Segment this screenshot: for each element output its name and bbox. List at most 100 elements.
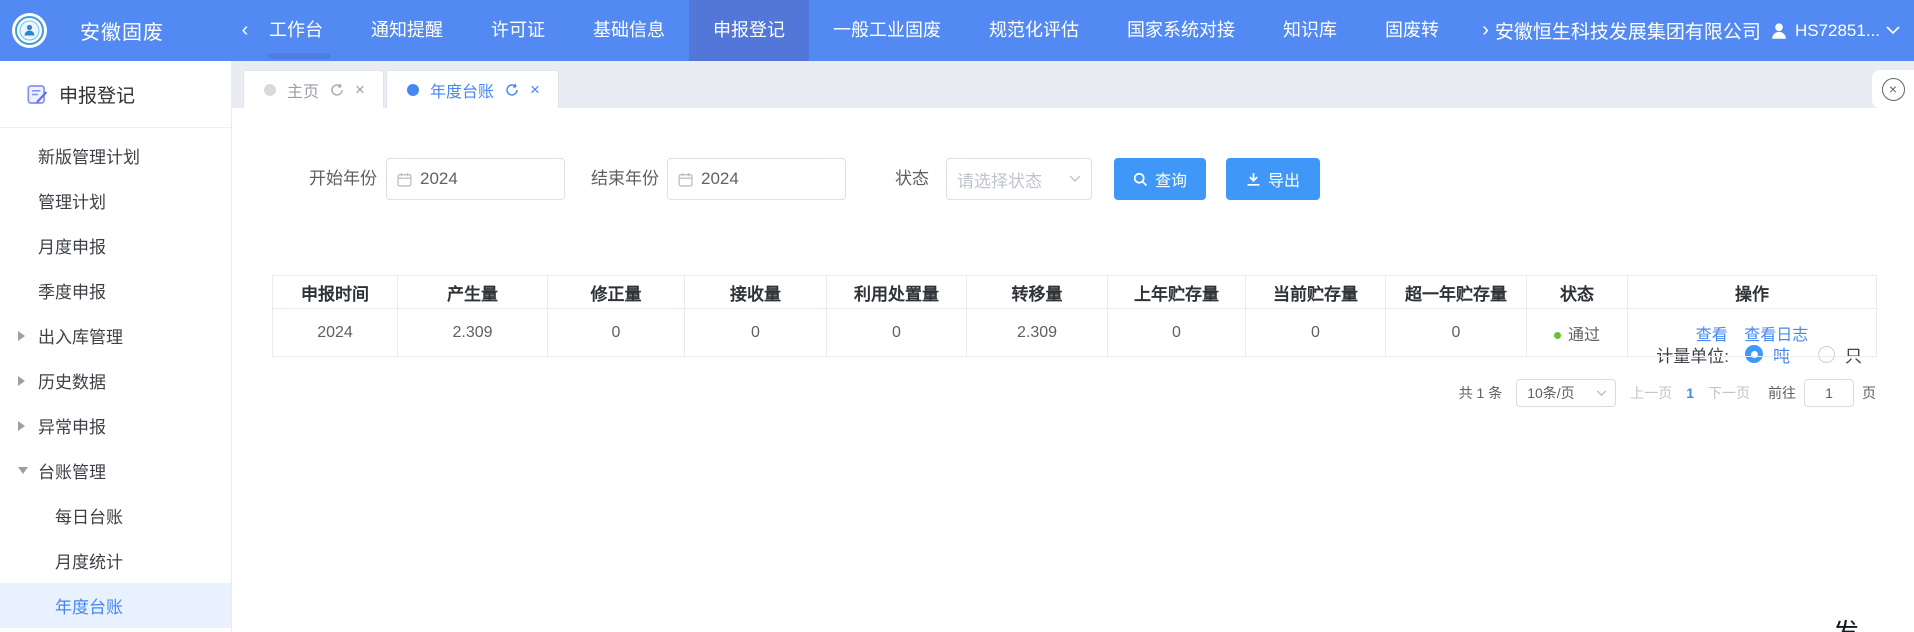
sidebar-title: 申报登记 <box>59 81 135 108</box>
sidebar-item-label: 季度申报 <box>38 278 106 303</box>
sidebar-item-label: 台账管理 <box>38 458 106 483</box>
nav-scroll-right-button[interactable]: › <box>1480 0 1495 61</box>
sidebar-item-ledger-management[interactable]: 台账管理 <box>0 448 231 493</box>
sidebar-item-annual-ledger[interactable]: 年度台账 <box>0 583 231 628</box>
prev-page-button[interactable]: 上一页 <box>1630 383 1672 403</box>
navbar-right-area: 安徽恒生科技发展集团有限公司 HS72851... <box>1495 0 1914 61</box>
cell-transferred: 2.309 <box>967 309 1108 357</box>
sidebar-item-daily-ledger[interactable]: 每日台账 <box>0 493 231 538</box>
nav-scrollbar-thumb[interactable] <box>267 53 331 59</box>
page-suffix-label: 页 <box>1862 383 1876 403</box>
pagination: 共 1 条 10条/页 上一页 1 下一页 前往 页 <box>1459 378 1876 408</box>
tab-label: 年度台账 <box>430 78 494 102</box>
user-icon <box>1769 21 1789 41</box>
cell-received: 0 <box>685 309 827 357</box>
company-name: 安徽恒生科技发展集团有限公司 <box>1495 17 1761 44</box>
floating-widget-partial[interactable]: 发 <box>1833 613 1859 632</box>
tab-label: 主页 <box>287 78 319 102</box>
nav-item-standardization-assessment[interactable]: 规范化评估 <box>965 0 1103 61</box>
end-year-label: 结束年份 <box>573 158 659 200</box>
nav-item-license[interactable]: 许可证 <box>467 0 569 61</box>
caret-down-icon <box>18 467 28 474</box>
close-all-tabs-button[interactable]: × <box>1872 70 1914 108</box>
main-content: 开始年份 2024 结束年份 2024 状态 请选择状态 <box>233 108 1914 632</box>
sidebar-item-label: 年度台账 <box>55 593 123 618</box>
open-tabs: 主页 × 年度台账 × <box>243 70 561 108</box>
total-count: 共 1 条 <box>1459 383 1503 403</box>
cell-status: 通过 <box>1527 309 1628 357</box>
user-menu[interactable]: HS72851... <box>1769 21 1900 41</box>
next-page-button[interactable]: 下一页 <box>1708 383 1750 403</box>
download-icon <box>1246 172 1261 187</box>
refresh-icon[interactable] <box>330 83 344 97</box>
col-over-year-storage: 超一年贮存量 <box>1386 276 1527 309</box>
sidebar: 申报登记 新版管理计划 管理计划 月度申报 季度申报 出入库管理 历史数据 异常… <box>0 61 232 632</box>
nav-item-declaration[interactable]: 申报登记 <box>689 0 809 61</box>
nav-item-workbench[interactable]: 工作台 <box>265 0 347 61</box>
cell-actions: 查看 查看日志 <box>1628 309 1877 357</box>
nav-item-notifications[interactable]: 通知提醒 <box>347 0 467 61</box>
col-actions: 操作 <box>1628 276 1877 309</box>
sidebar-item-label: 管理计划 <box>38 188 106 213</box>
sidebar-item-management-plan[interactable]: 管理计划 <box>0 178 231 223</box>
sidebar-item-abnormal-declaration[interactable]: 异常申报 <box>0 403 231 448</box>
view-log-link[interactable]: 查看日志 <box>1744 327 1808 344</box>
col-utilized-disposed: 利用处置量 <box>827 276 967 309</box>
refresh-icon[interactable] <box>505 83 519 97</box>
nav-scroll-left-button[interactable]: ‹ <box>225 0 265 61</box>
tab-annual-ledger[interactable]: 年度台账 × <box>386 70 559 108</box>
page-size-select[interactable]: 10条/页 <box>1516 379 1616 407</box>
col-transferred: 转移量 <box>967 276 1108 309</box>
sidebar-header: 申报登记 <box>0 61 231 128</box>
app-title: 安徽固废 <box>80 16 164 45</box>
nav-item-knowledge-base[interactable]: 知识库 <box>1259 0 1361 61</box>
status-select[interactable]: 请选择状态 <box>946 158 1092 200</box>
col-status: 状态 <box>1527 276 1628 309</box>
export-button[interactable]: 导出 <box>1226 158 1320 200</box>
sidebar-item-monthly-statistics[interactable]: 月度统计 <box>0 538 231 583</box>
cell-generated: 2.309 <box>398 309 548 357</box>
nav-item-basic-info[interactable]: 基础信息 <box>569 0 689 61</box>
status-dot-icon <box>1554 332 1561 339</box>
nav-menu: 工作台 通知提醒 许可证 基础信息 申报登记 一般工业固废 规范化评估 国家系统… <box>265 0 1480 61</box>
close-tab-icon[interactable]: × <box>355 81 365 98</box>
status-placeholder: 请选择状态 <box>957 167 1042 192</box>
search-button[interactable]: 查询 <box>1114 158 1206 200</box>
nav-item-general-industrial-waste[interactable]: 一般工业固废 <box>809 0 965 61</box>
cell-last-year-storage: 0 <box>1108 309 1246 357</box>
chevron-down-icon <box>1069 175 1081 183</box>
sidebar-item-inout-warehouse[interactable]: 出入库管理 <box>0 313 231 358</box>
col-received: 接收量 <box>685 276 827 309</box>
table-row: 2024 2.309 0 0 0 2.309 0 0 0 通过 查看 查看日志 <box>273 309 1877 357</box>
goto-page-input[interactable] <box>1804 379 1854 407</box>
chevron-down-icon <box>1596 390 1607 397</box>
tab-bar: 主页 × 年度台账 × × <box>232 61 1914 108</box>
start-year-input[interactable]: 2024 <box>386 158 565 200</box>
view-link[interactable]: 查看 <box>1696 327 1728 344</box>
nav-item-national-system[interactable]: 国家系统对接 <box>1103 0 1259 61</box>
sidebar-item-label: 出入库管理 <box>38 323 123 348</box>
page-size-value: 10条/页 <box>1527 383 1574 403</box>
circled-close-icon: × <box>1882 78 1905 101</box>
sidebar-item-label: 异常申报 <box>38 413 106 438</box>
sidebar-item-new-management-plan[interactable]: 新版管理计划 <box>0 133 231 178</box>
col-current-storage: 当前贮存量 <box>1246 276 1386 309</box>
tab-home[interactable]: 主页 × <box>243 70 384 108</box>
start-year-value: 2024 <box>420 169 458 189</box>
end-year-input[interactable]: 2024 <box>667 158 846 200</box>
caret-right-icon <box>18 331 25 341</box>
tab-status-dot <box>264 84 276 96</box>
sidebar-item-history-data[interactable]: 历史数据 <box>0 358 231 403</box>
goto-label: 前往 <box>1768 383 1796 403</box>
close-tab-icon[interactable]: × <box>530 81 540 98</box>
sidebar-item-monthly-declaration[interactable]: 月度申报 <box>0 223 231 268</box>
nav-item-waste-transfer[interactable]: 固废转 <box>1361 0 1463 61</box>
current-page[interactable]: 1 <box>1686 385 1694 401</box>
cell-current-storage: 0 <box>1246 309 1386 357</box>
sidebar-item-label: 月度统计 <box>55 548 123 573</box>
cell-corrected: 0 <box>548 309 685 357</box>
sidebar-item-quarterly-declaration[interactable]: 季度申报 <box>0 268 231 313</box>
brand-area: 安徽固废 <box>0 0 225 61</box>
cell-declare-time: 2024 <box>273 309 398 357</box>
tab-status-dot <box>407 84 419 96</box>
